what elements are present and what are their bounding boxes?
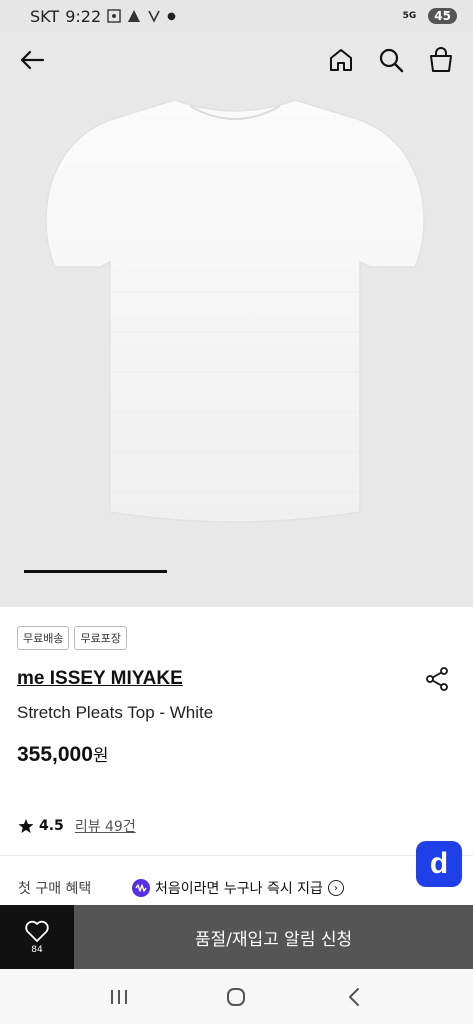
back-system-button[interactable]	[339, 982, 369, 1012]
first-purchase-benefit[interactable]: 첫 구매 혜택 처음이라면 누구나 즉시 지급 ›	[18, 878, 344, 898]
bottom-action-bar: 84 품절/재입고 알림 신청	[0, 905, 473, 969]
heart-icon	[25, 920, 49, 942]
status-left: SKT 9:22 ●	[30, 7, 176, 26]
like-count: 84	[31, 945, 43, 955]
battery-indicator: 45	[428, 8, 457, 24]
top-navigation	[0, 32, 473, 88]
search-button[interactable]	[375, 44, 407, 76]
recent-apps-button[interactable]	[104, 982, 134, 1012]
search-icon	[379, 48, 404, 73]
product-price: 355,000원	[17, 741, 109, 767]
alert-icon	[128, 10, 141, 22]
system-navigation-bar	[0, 969, 473, 1024]
arrow-left-icon	[20, 50, 45, 70]
share-icon	[426, 667, 448, 691]
time-label: 9:22	[65, 6, 102, 26]
app-notification-icon	[148, 10, 160, 23]
chevron-left-icon	[349, 987, 360, 1006]
rating-row: 4.5 리뷰 49건	[18, 816, 136, 836]
recent-apps-icon	[110, 989, 127, 1004]
like-button[interactable]: 84	[0, 905, 74, 969]
tag-free-wrapping: 무료포장	[74, 626, 127, 650]
home-button[interactable]	[325, 44, 357, 76]
benefit-label: 첫 구매 혜택	[18, 881, 92, 897]
shopping-bag-icon	[430, 47, 452, 72]
price-value: 355,000	[17, 743, 93, 766]
home-icon	[330, 49, 352, 71]
status-bar: SKT 9:22 ● 5G 45	[0, 0, 473, 32]
dot-icon: ●	[167, 10, 176, 22]
benefit-badge-icon	[132, 879, 150, 897]
status-right: 5G 45	[397, 8, 457, 24]
restock-notify-button[interactable]: 품절/재입고 알림 신청	[74, 905, 473, 969]
star-icon	[18, 819, 34, 833]
rating-value: 4.5	[39, 818, 64, 834]
cart-button[interactable]	[425, 44, 457, 76]
back-button[interactable]	[16, 44, 48, 76]
price-unit: 원	[92, 746, 109, 765]
chevron-right-icon: ›	[327, 880, 344, 896]
home-system-button[interactable]	[221, 982, 251, 1012]
product-name: Stretch Pleats Top - White	[17, 703, 214, 722]
screenshot-icon	[107, 9, 121, 23]
image-pager-indicator	[24, 570, 167, 573]
product-image	[45, 99, 425, 523]
divider	[0, 855, 473, 856]
benefit-text: 처음이라면 누구나 즉시 지급	[155, 881, 323, 897]
home-circle-icon	[227, 987, 246, 1006]
product-image-gallery[interactable]	[0, 32, 473, 607]
tag-list: 무료배송 무료포장	[17, 626, 127, 650]
network-label: 5G	[402, 11, 417, 21]
share-button[interactable]	[424, 666, 450, 692]
carrier-label: SKT	[30, 6, 60, 26]
reviews-link[interactable]: 리뷰 49건	[75, 816, 136, 836]
brand-link[interactable]: me ISSEY MIYAKE	[17, 668, 183, 690]
tag-free-shipping: 무료배송	[17, 626, 70, 650]
d-floating-button[interactable]: d	[416, 841, 462, 887]
